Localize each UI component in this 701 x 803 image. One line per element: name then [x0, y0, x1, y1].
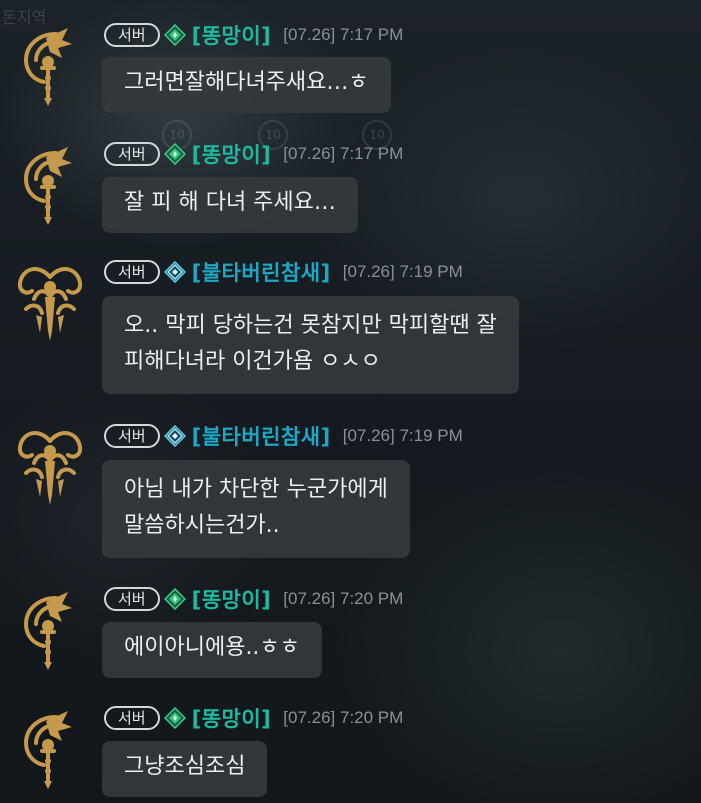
staff-emblem-icon[interactable]	[12, 141, 88, 225]
cyan-rank-icon	[163, 425, 186, 447]
nickname[interactable]: [똥망이]	[192, 20, 272, 50]
green-rank-icon	[163, 143, 186, 165]
staff-emblem-icon[interactable]	[12, 22, 88, 106]
message-text-line: 아님 내가 차단한 누군가에게	[124, 477, 388, 502]
message-header: 서버 [불타버린참새] [07.26] 7:19 PM	[104, 423, 463, 449]
nickname[interactable]: [불타버린참새]	[192, 421, 331, 451]
nickname[interactable]: [불타버린참새]	[192, 257, 331, 287]
server-tag: 서버	[104, 587, 160, 611]
message-header: 서버 [똥망이] [07.26] 7:17 PM	[104, 22, 403, 48]
green-rank-icon	[163, 707, 186, 729]
timestamp: [07.26] 7:17 PM	[283, 25, 404, 44]
staff-emblem-icon[interactable]	[12, 586, 88, 670]
staff-emblem-icon[interactable]	[12, 705, 88, 789]
tribal-emblem-icon[interactable]	[12, 259, 88, 343]
cyan-rank-icon	[163, 261, 186, 283]
timestamp: [07.26] 7:20 PM	[283, 589, 404, 608]
chat-background	[0, 0, 701, 803]
message-bubble[interactable]: 에이아니에용..ㅎㅎ	[102, 622, 322, 678]
message-text: 그냥조심조심	[124, 754, 246, 779]
timestamp: [07.26] 7:19 PM	[342, 426, 463, 445]
message-text-line: 오.. 막피 당하는건 못참지만 막피할땐 잘	[124, 313, 497, 338]
nickname[interactable]: [똥망이]	[192, 139, 272, 169]
message-text-line: 말씀하시는건가..	[124, 513, 280, 538]
nickname[interactable]: [똥망이]	[192, 584, 272, 614]
message-bubble[interactable]: 오.. 막피 당하는건 못참지만 막피할땐 잘 피해다녀라 이건가욤 ㅇㅅㅇ	[102, 296, 519, 394]
nickname[interactable]: [똥망이]	[192, 703, 272, 733]
green-rank-icon	[163, 24, 186, 46]
server-tag: 서버	[104, 23, 160, 47]
server-tag: 서버	[104, 424, 160, 448]
message-bubble[interactable]: 그러면잘해다녀주새요…ㅎ	[102, 57, 391, 113]
message-header: 서버 [똥망이] [07.26] 7:20 PM	[104, 586, 403, 612]
message-header: 서버 [똥망이] [07.26] 7:17 PM	[104, 141, 403, 167]
timestamp: [07.26] 7:17 PM	[283, 144, 404, 163]
message-header: 서버 [똥망이] [07.26] 7:20 PM	[104, 705, 403, 731]
message-text-line: 피해다녀라 이건가욤 ㅇㅅㅇ	[124, 349, 381, 374]
message-bubble[interactable]: 아님 내가 차단한 누군가에게 말씀하시는건가..	[102, 460, 410, 558]
message-text: 에이아니에용..ㅎㅎ	[124, 635, 300, 660]
timestamp: [07.26] 7:19 PM	[342, 262, 463, 281]
server-tag: 서버	[104, 706, 160, 730]
server-tag: 서버	[104, 142, 160, 166]
message-bubble[interactable]: 잘 피 해 다녀 주세요…	[102, 177, 358, 233]
message-header: 서버 [불타버린참새] [07.26] 7:19 PM	[104, 259, 463, 285]
tribal-emblem-icon[interactable]	[12, 423, 88, 507]
message-text: 그러면잘해다녀주새요…ㅎ	[124, 70, 369, 95]
timestamp: [07.26] 7:20 PM	[283, 708, 404, 727]
message-bubble[interactable]: 그냥조심조심	[102, 741, 268, 797]
server-tag: 서버	[104, 260, 160, 284]
message-text: 잘 피 해 다녀 주세요…	[124, 190, 336, 215]
green-rank-icon	[163, 588, 186, 610]
